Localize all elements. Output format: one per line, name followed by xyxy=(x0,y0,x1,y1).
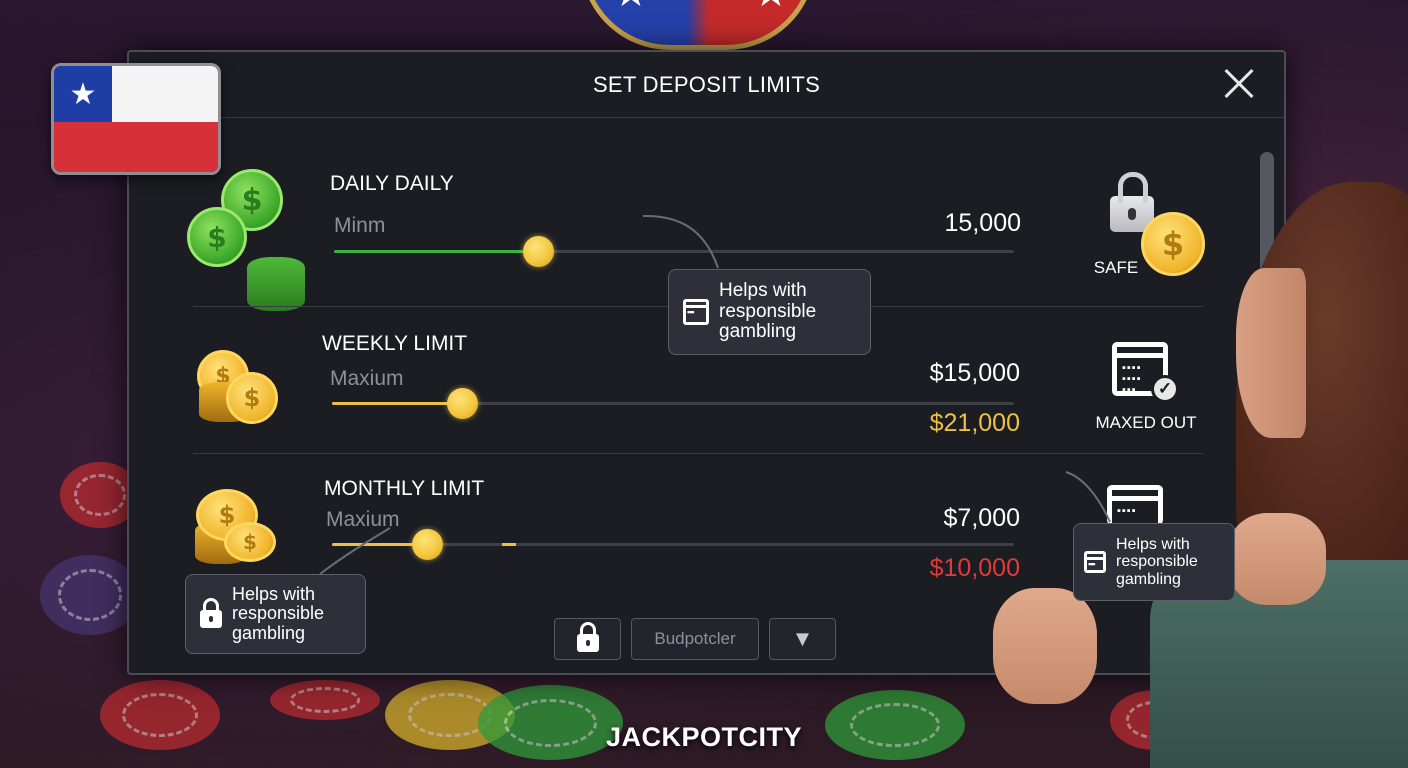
chevron-down-icon: ▼ xyxy=(791,626,814,651)
person-hand xyxy=(993,588,1097,704)
close-icon[interactable] xyxy=(1218,64,1258,104)
lock-icon xyxy=(576,622,599,652)
modal-title: SET DEPOSIT LIMITS xyxy=(592,71,821,97)
poker-chip xyxy=(40,555,140,635)
tooltip-text: Helps with responsible gambling xyxy=(232,583,325,643)
weekly-slider-thumb[interactable] xyxy=(446,388,478,419)
lock-icon xyxy=(200,598,222,628)
monthly-limit-sublabel: Maxium xyxy=(326,508,400,531)
calendar-icon: ▪▪▪▪ xyxy=(1107,485,1163,525)
daily-limit-title: DAILY DAILY xyxy=(330,172,454,195)
star-icon: ★ xyxy=(753,0,789,16)
weekly-status-label: MAXED OUT xyxy=(1095,413,1197,432)
responsible-gambling-tooltip: Helps with responsible gambling xyxy=(185,574,366,654)
daily-slider-thumb[interactable] xyxy=(523,236,554,267)
slider-marker xyxy=(502,543,516,546)
daily-status-label: SAFE xyxy=(1093,258,1139,277)
person-face xyxy=(1236,268,1306,438)
daily-limit-sublabel: Minm xyxy=(334,214,386,237)
monthly-slider-thumb[interactable] xyxy=(412,529,444,560)
person-hand xyxy=(1228,513,1326,605)
weekly-limit-title: WEEKLY LIMIT xyxy=(322,332,468,355)
star-icon: ★ xyxy=(54,66,112,122)
top-badge-decoration: ★ ★ xyxy=(580,0,816,50)
daily-limit-slider[interactable] xyxy=(334,236,1014,267)
monthly-limit-max-amount: $10,000 xyxy=(929,554,1020,582)
weekly-limit-amount: $15,000 xyxy=(929,359,1020,387)
lock-button[interactable] xyxy=(554,618,621,660)
responsible-gambling-tooltip: Helps with responsible gambling xyxy=(668,269,871,355)
weekly-limit-slider[interactable] xyxy=(332,388,1014,419)
brand-logo-text: JACKPOTCITY xyxy=(605,722,803,752)
tooltip-text: Helps with responsible gambling xyxy=(1116,536,1198,588)
monthly-limit-amount: $7,000 xyxy=(943,504,1020,532)
chile-flag: ★ xyxy=(51,63,221,175)
budget-control-button[interactable]: Budpotcler xyxy=(631,618,759,660)
dropdown-button[interactable]: ▼ xyxy=(769,618,836,660)
tooltip-text: Helps with responsible gambling xyxy=(719,280,817,343)
monthly-limit-slider[interactable] xyxy=(332,529,1014,560)
budget-control-label: Budpotcler xyxy=(654,629,736,648)
daily-limit-amount: 15,000 xyxy=(944,209,1021,237)
poker-chip xyxy=(270,680,380,720)
daily-slider-fill xyxy=(334,250,538,253)
calendar-icon xyxy=(683,299,709,325)
monthly-limit-title: MONTHLY LIMIT xyxy=(324,477,485,500)
responsible-gambling-tooltip: Helps with responsible gambling xyxy=(1073,523,1235,601)
weekly-limit-sublabel: Maxium xyxy=(330,367,404,390)
star-icon: ★ xyxy=(613,0,649,16)
weekly-slider-fill xyxy=(332,402,462,405)
row-divider xyxy=(193,453,1203,454)
calendar-icon xyxy=(1084,551,1106,573)
modal-header: SET DEPOSIT LIMITS xyxy=(129,52,1284,118)
weekly-limit-max-amount: $21,000 xyxy=(929,409,1020,437)
check-icon: ✓ xyxy=(1151,375,1179,403)
